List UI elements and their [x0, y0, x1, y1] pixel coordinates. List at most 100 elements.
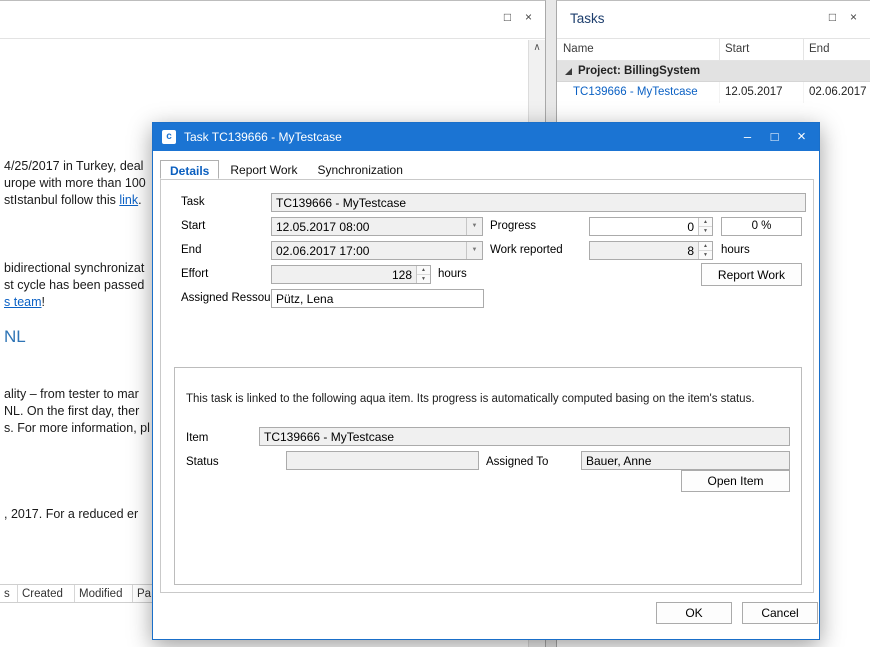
maximize-icon[interactable]: □	[824, 9, 841, 26]
column-header[interactable]: Created	[18, 585, 75, 602]
spin-down-icon[interactable]: ▼	[417, 275, 430, 283]
task-label: Task	[181, 196, 205, 208]
tab-details[interactable]: Details	[160, 160, 219, 179]
tab-synchronization[interactable]: Synchronization	[309, 160, 412, 179]
window-controls: □ ×	[824, 9, 862, 26]
linked-item-note: This task is linked to the following aqu…	[186, 393, 755, 405]
text-line: NL. On the first day, ther	[4, 404, 139, 418]
spin-down-icon[interactable]: ▼	[699, 227, 712, 235]
open-item-button[interactable]: Open Item	[681, 470, 790, 492]
group-label: Project: BillingSystem	[578, 65, 700, 77]
text-line: s team!	[4, 295, 45, 309]
group-expand-icon[interactable]	[565, 68, 572, 75]
spin-up-icon[interactable]: ▲	[417, 266, 430, 275]
dialog-titlebar[interactable]: c Task TC139666 - MyTestcase – □ ×	[153, 123, 819, 151]
spin-down-icon[interactable]: ▼	[699, 251, 712, 259]
text-line: urope with more than 100	[4, 176, 146, 190]
start-label: Start	[181, 220, 205, 232]
app-icon: c	[162, 130, 176, 144]
task-link[interactable]: TC139666 - MyTestcase	[573, 86, 698, 98]
spin-up-icon[interactable]: ▲	[699, 242, 712, 251]
spin-up-icon[interactable]: ▲	[699, 218, 712, 227]
item-field[interactable]: TC139666 - MyTestcase	[259, 427, 790, 446]
spin-buttons: ▲ ▼	[698, 242, 712, 259]
maximize-icon[interactable]: □	[499, 9, 516, 26]
assigned-resource-field[interactable]: Pütz, Lena	[271, 289, 484, 308]
text-fragment: !	[42, 295, 45, 309]
tasks-title: Tasks	[570, 11, 605, 26]
dialog-title: Task TC139666 - MyTestcase	[184, 130, 342, 144]
group-row[interactable]: Project: BillingSystem	[557, 61, 870, 82]
scroll-up-icon[interactable]: ∧	[529, 40, 545, 58]
heading: NL	[4, 327, 26, 347]
task-dialog: c Task TC139666 - MyTestcase – □ × Detai…	[152, 122, 820, 640]
start-datepicker[interactable]: 12.05.2017 08:00 ▼	[271, 217, 483, 236]
status-label: Status	[186, 456, 219, 468]
item-label: Item	[186, 432, 208, 444]
end-label: End	[181, 244, 201, 256]
effort-label: Effort	[181, 268, 208, 280]
work-reported-unit: hours	[721, 244, 750, 256]
progress-value: 0	[590, 218, 698, 235]
text-line: stIstanbul follow this link.	[4, 193, 142, 207]
minimize-icon[interactable]: –	[734, 123, 761, 151]
text-fragment: stIstanbul follow this	[4, 193, 119, 207]
column-header-start[interactable]: Start	[720, 39, 804, 60]
work-reported-label: Work reported	[490, 244, 563, 256]
text-fragment: .	[138, 193, 141, 207]
tasks-column-headers: Name Start End	[557, 39, 870, 61]
cancel-button[interactable]: Cancel	[742, 602, 818, 624]
task-start-cell: 12.05.2017	[720, 82, 804, 103]
item-value: TC139666 - MyTestcase	[260, 430, 398, 444]
effort-spinner[interactable]: 128 ▲ ▼	[271, 265, 431, 284]
task-value: TC139666 - MyTestcase	[272, 196, 410, 210]
close-icon[interactable]: ×	[520, 9, 537, 26]
window-controls: □ ×	[499, 9, 537, 26]
spin-buttons: ▲ ▼	[698, 218, 712, 235]
assigned-resource-value: Pütz, Lena	[272, 292, 337, 306]
text-line: , 2017. For a reduced er	[4, 507, 138, 521]
task-row[interactable]: TC139666 - MyTestcase 12.05.2017 02.06.2…	[557, 82, 870, 103]
tab-report-work[interactable]: Report Work	[221, 160, 306, 179]
desktop: □ × 4/25/2017 in Turkey, deal urope with…	[0, 0, 870, 647]
dialog-tabs: Details Report Work Synchronization	[160, 160, 414, 179]
text-line: st cycle has been passed	[4, 278, 144, 292]
close-icon[interactable]: ×	[845, 9, 862, 26]
start-value: 12.05.2017 08:00	[272, 218, 466, 235]
progress-percent-box: 0 %	[721, 217, 802, 236]
background-window-titlebar[interactable]: □ ×	[0, 1, 545, 39]
dropdown-arrow-icon[interactable]: ▼	[466, 242, 482, 259]
column-header[interactable]: Modified	[75, 585, 133, 602]
effort-unit: hours	[438, 268, 467, 280]
maximize-icon[interactable]: □	[761, 123, 788, 151]
progress-spinner[interactable]: 0 ▲ ▼	[589, 217, 713, 236]
text-line: ality – from tester to mar	[4, 387, 139, 401]
close-icon[interactable]: ×	[788, 123, 815, 151]
task-name-cell: TC139666 - MyTestcase	[557, 82, 720, 103]
hyperlink[interactable]: link	[119, 193, 138, 207]
column-header-end[interactable]: End	[804, 39, 870, 60]
progress-label: Progress	[490, 220, 536, 232]
assigned-to-value: Bauer, Anne	[582, 454, 655, 468]
dropdown-arrow-icon[interactable]: ▼	[466, 218, 482, 235]
column-header[interactable]: s	[0, 585, 18, 602]
work-reported-spinner[interactable]: 8 ▲ ▼	[589, 241, 713, 260]
ok-button[interactable]: OK	[656, 602, 732, 624]
text-line: bidirectional synchronizat	[4, 261, 144, 275]
column-header-name[interactable]: Name	[557, 39, 720, 60]
end-datepicker[interactable]: 02.06.2017 17:00 ▼	[271, 241, 483, 260]
effort-value: 128	[272, 266, 416, 283]
spin-buttons: ▲ ▼	[416, 266, 430, 283]
hyperlink[interactable]: s team	[4, 295, 42, 309]
report-work-button[interactable]: Report Work	[701, 263, 802, 286]
task-end-cell: 02.06.2017	[804, 82, 870, 103]
window-controls: – □ ×	[734, 123, 815, 151]
assigned-to-field[interactable]: Bauer, Anne	[581, 451, 790, 470]
tasks-titlebar[interactable]: Tasks □ ×	[557, 1, 870, 39]
text-line: 4/25/2017 in Turkey, deal	[4, 159, 143, 173]
work-reported-value: 8	[590, 242, 698, 259]
end-value: 02.06.2017 17:00	[272, 242, 466, 259]
status-field[interactable]	[286, 451, 479, 470]
text-line: s. For more information, pl	[4, 421, 150, 435]
task-field[interactable]: TC139666 - MyTestcase	[271, 193, 806, 212]
